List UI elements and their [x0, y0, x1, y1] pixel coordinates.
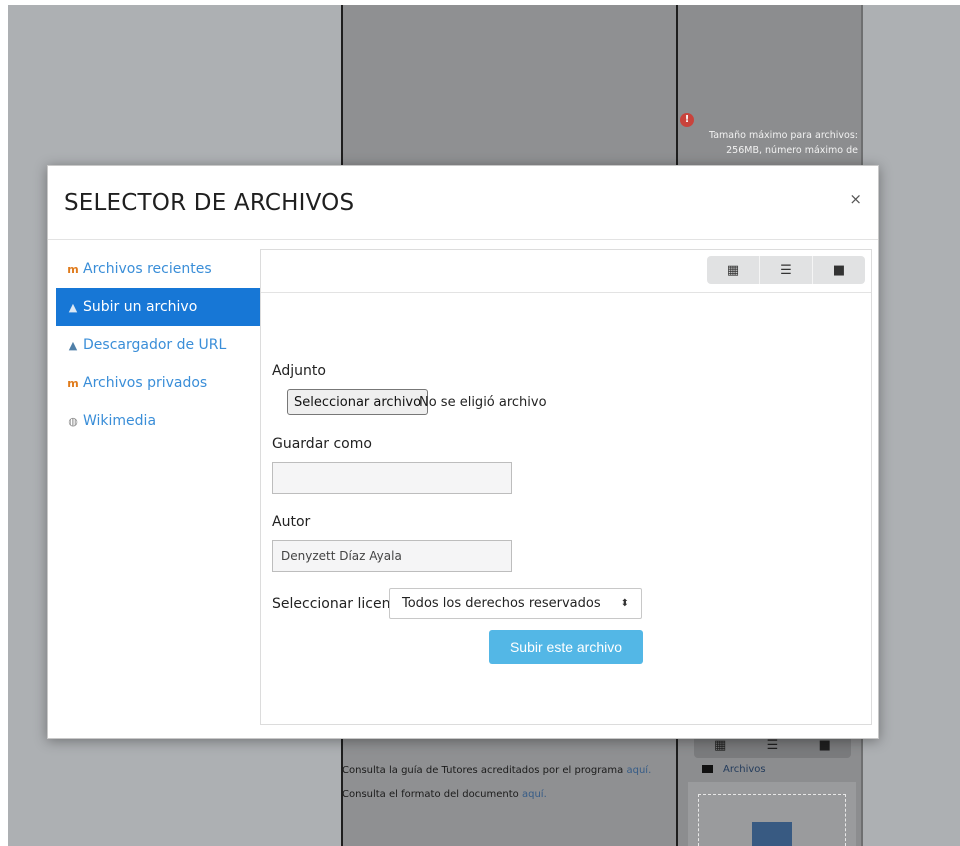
max-size-note-line1: Tamaño máximo para archivos: [709, 130, 858, 141]
author-label: Autor [272, 514, 311, 530]
view-toggle-group: ▦ ☰ ■ [707, 256, 865, 284]
sidebar-item-label: Descargador de URL [83, 337, 227, 353]
dialog-header: SELECTOR DE ARCHIVOS × [48, 166, 878, 240]
sidebar-item-url-downloader[interactable]: ▲ Descargador de URL [56, 326, 260, 364]
folder-view-icon: ■ [832, 262, 846, 278]
file-picker-dialog: SELECTOR DE ARCHIVOS × m Archivos recien… [47, 165, 879, 739]
sidebar-item-wikimedia[interactable]: ◍ Wikimedia [56, 402, 260, 440]
guide-link: aquí. [626, 765, 652, 776]
sidebar-item-label: Archivos privados [83, 375, 208, 391]
folder-view-button[interactable]: ■ [813, 256, 865, 284]
sidebar-item-label: Wikimedia [83, 413, 157, 429]
grid-view-button[interactable]: ▦ [707, 256, 760, 284]
folder-view-icon: ■ [818, 738, 831, 753]
guide-text: Consulta la guía de Tutores acreditados … [342, 765, 627, 776]
list-view-button[interactable]: ☰ [760, 256, 813, 284]
folder-icon [702, 765, 713, 773]
grid-view-icon: ▦ [726, 262, 740, 278]
guide-line: Consulta la guía de Tutores acreditados … [342, 765, 651, 776]
warning-icon: ! [680, 113, 694, 127]
background-files-folder: Archivos [702, 764, 766, 775]
format-line: Consulta el formato del documento aquí. [342, 789, 547, 800]
background-view-toolbar: ▦ ☰ ■ [694, 736, 851, 758]
license-select[interactable]: Todos los derechos reservados ⬍ [389, 588, 642, 619]
choose-file-button[interactable]: Seleccionar archivo [287, 389, 429, 415]
moodle-icon: m [67, 262, 79, 276]
sidebar-item-private-files[interactable]: m Archivos privados [56, 364, 260, 402]
author-input[interactable]: Denyzett Díaz Ayala [272, 540, 512, 572]
upload-icon: ▲ [68, 300, 78, 314]
moodle-icon: m [67, 376, 79, 390]
sidebar-item-recent-files[interactable]: m Archivos recientes [56, 250, 260, 288]
view-toolbar: ▦ ☰ ■ [261, 250, 871, 293]
upload-panel: ▦ ☰ ■ Adjunto Seleccionar archivo No se … [260, 249, 872, 725]
url-download-icon: ▲ [68, 338, 78, 352]
list-view-icon: ☰ [766, 738, 779, 753]
license-value: Todos los derechos reservados [402, 596, 601, 611]
save-as-label: Guardar como [272, 436, 372, 452]
close-button[interactable]: × [849, 190, 862, 208]
select-arrows-icon: ⬍ [620, 598, 629, 609]
sidebar-item-label: Archivos recientes [83, 261, 212, 277]
format-text: Consulta el formato del documento [342, 789, 522, 800]
repository-sidebar: m Archivos recientes ▲ Subir un archivo … [56, 250, 260, 440]
attachment-label: Adjunto [272, 363, 326, 379]
max-size-note: Tamaño máximo para archivos: 256MB, núme… [690, 128, 858, 158]
dialog-title: SELECTOR DE ARCHIVOS [64, 190, 355, 216]
upload-file-button[interactable]: Subir este archivo [489, 630, 643, 664]
format-link: aquí. [521, 789, 547, 800]
sidebar-item-label: Subir un archivo [83, 299, 198, 315]
files-label: Archivos [723, 764, 766, 775]
sidebar-item-upload-file[interactable]: ▲ Subir un archivo [56, 288, 260, 326]
download-arrow-icon [752, 822, 792, 846]
grid-view-icon: ▦ [714, 738, 727, 753]
max-size-note-line2: 256MB, número máximo de [726, 145, 858, 156]
wikimedia-icon: ◍ [68, 414, 78, 428]
list-view-icon: ☰ [780, 262, 792, 278]
save-as-input[interactable] [272, 462, 512, 494]
no-file-text: No se eligió archivo [419, 395, 547, 410]
